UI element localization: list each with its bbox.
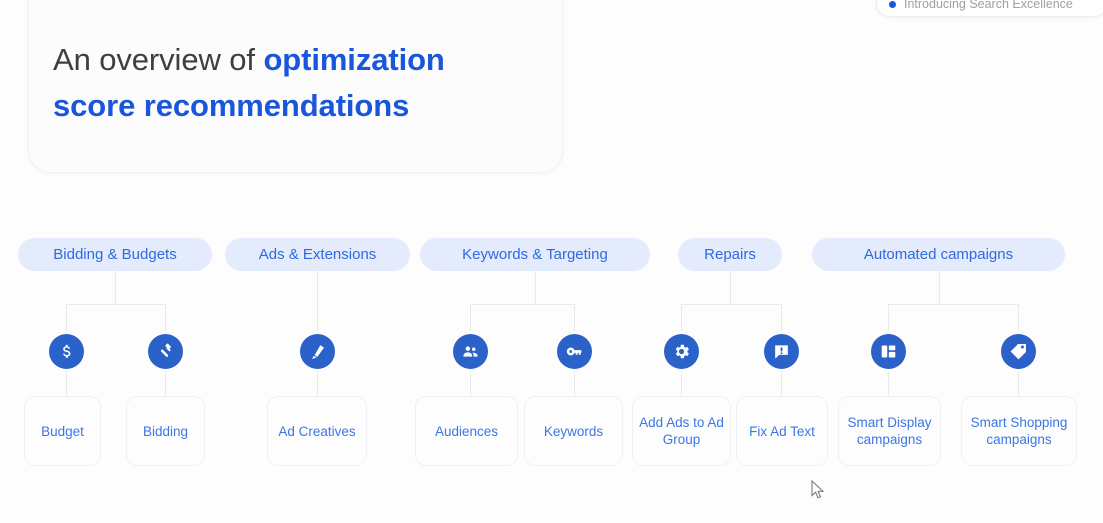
category-pill-label: Keywords & Targeting bbox=[462, 246, 608, 263]
leaf-card-label: Fix Ad Text bbox=[749, 423, 815, 439]
leaf-card-2-0[interactable]: Audiences bbox=[415, 396, 518, 466]
dollar-icon[interactable] bbox=[49, 334, 84, 369]
connector-bus bbox=[66, 304, 165, 305]
leaf-card-3-0[interactable]: Add Ads to Ad Group bbox=[632, 396, 731, 466]
connector-trunk bbox=[730, 271, 731, 304]
category-pill-label: Automated campaigns bbox=[863, 246, 1014, 263]
leaf-card-3-1[interactable]: Fix Ad Text bbox=[736, 396, 828, 466]
connector-bus bbox=[888, 304, 1018, 305]
gavel-icon[interactable] bbox=[148, 334, 183, 369]
leaf-card-label: Keywords bbox=[543, 423, 604, 439]
recommendation-tree: Bidding & Budgets Budget Bidding Ads & Exte… bbox=[0, 0, 1103, 523]
category-pill-label: Bidding & Budgets bbox=[53, 246, 177, 263]
category-pill-4[interactable]: Automated campaigns bbox=[812, 238, 1065, 271]
ad-creative-icon[interactable] bbox=[300, 334, 335, 369]
connector-trunk bbox=[115, 271, 116, 304]
leaf-card-4-0[interactable]: Smart Display campaigns bbox=[838, 396, 941, 466]
leaf-card-label: Budget bbox=[41, 423, 84, 439]
leaf-card-2-1[interactable]: Keywords bbox=[524, 396, 623, 466]
connector-bus bbox=[681, 304, 781, 305]
category-pill-2[interactable]: Keywords & Targeting bbox=[420, 238, 650, 271]
leaf-card-0-0[interactable]: Budget bbox=[24, 396, 101, 466]
category-pill-label: Ads & Extensions bbox=[258, 246, 377, 263]
leaf-card-label: Smart Shopping campaigns bbox=[970, 415, 1068, 447]
key-icon[interactable] bbox=[557, 334, 592, 369]
connector-trunk bbox=[939, 271, 940, 304]
category-pill-1[interactable]: Ads & Extensions bbox=[225, 238, 410, 271]
connector-bus bbox=[470, 304, 574, 305]
leaf-card-label: Bidding bbox=[142, 423, 189, 439]
leaf-card-label: Ad Creatives bbox=[278, 423, 356, 439]
people-icon[interactable] bbox=[453, 334, 488, 369]
gear-icon[interactable] bbox=[664, 334, 699, 369]
leaf-card-label: Smart Display campaigns bbox=[847, 415, 932, 447]
display-layout-icon[interactable] bbox=[871, 334, 906, 369]
leaf-card-4-1[interactable]: Smart Shopping campaigns bbox=[961, 396, 1077, 466]
category-pill-3[interactable]: Repairs bbox=[678, 238, 782, 271]
leaf-card-0-1[interactable]: Bidding bbox=[126, 396, 205, 466]
leaf-card-label: Add Ads to Ad Group bbox=[639, 415, 724, 447]
connector-trunk bbox=[535, 271, 536, 304]
mouse-cursor-icon bbox=[811, 480, 825, 499]
alert-bubble-icon[interactable] bbox=[764, 334, 799, 369]
leaf-card-label: Audiences bbox=[434, 423, 499, 439]
category-pill-0[interactable]: Bidding & Budgets bbox=[18, 238, 212, 271]
category-pill-label: Repairs bbox=[704, 246, 756, 263]
leaf-card-1-0[interactable]: Ad Creatives bbox=[267, 396, 367, 466]
price-tag-icon[interactable] bbox=[1001, 334, 1036, 369]
